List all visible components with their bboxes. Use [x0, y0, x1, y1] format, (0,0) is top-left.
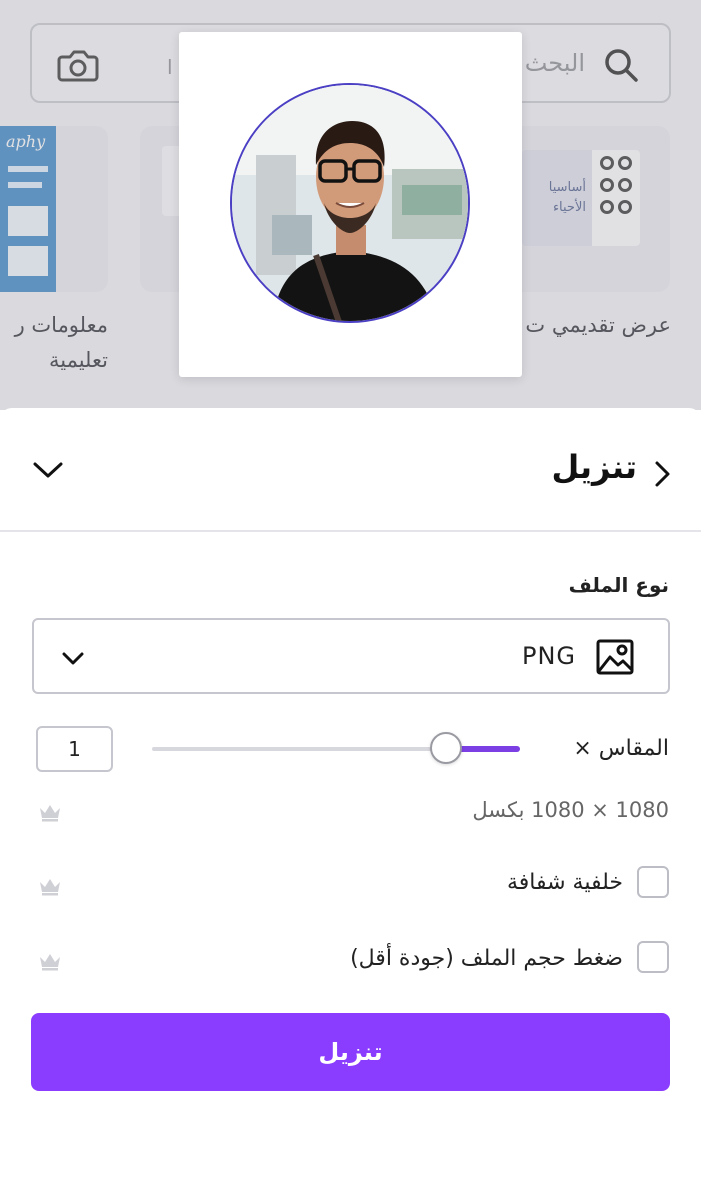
- crown-icon: [40, 805, 60, 822]
- design-preview: [179, 32, 522, 377]
- collapse-chevron-icon[interactable]: [32, 460, 64, 480]
- avatar: [230, 83, 470, 323]
- compress-file-checkbox[interactable]: [637, 941, 669, 973]
- sheet-header: تنزيل: [0, 408, 701, 532]
- compress-file-label: ضغط حجم الملف (جودة أقل): [350, 946, 623, 971]
- sheet-title: تنزيل: [551, 448, 637, 486]
- profile-photo: [232, 85, 468, 321]
- download-button[interactable]: تنزيل: [31, 1013, 670, 1091]
- file-type-label: نوع الملف: [568, 573, 669, 597]
- crown-icon: [40, 954, 60, 971]
- slider-thumb[interactable]: [430, 732, 463, 764]
- transparent-background-checkbox[interactable]: [637, 866, 669, 898]
- back-chevron-icon[interactable]: [653, 460, 671, 488]
- chevron-down-icon: [62, 652, 84, 665]
- crown-icon: [40, 879, 60, 896]
- transparent-background-label: خلفية شفافة: [506, 870, 623, 895]
- file-type-value: PNG: [521, 642, 576, 670]
- scale-label: المقاس ×: [573, 736, 669, 761]
- scale-slider[interactable]: [152, 732, 520, 764]
- dimensions-text: 1080 × 1080 بكسل: [472, 798, 669, 822]
- image-icon: [596, 639, 634, 675]
- scale-input[interactable]: 1: [36, 726, 113, 772]
- download-sheet: تنزيل نوع الملف PNG المقاس × 1 1080 × 10…: [0, 408, 701, 1200]
- file-type-select[interactable]: PNG: [32, 618, 670, 694]
